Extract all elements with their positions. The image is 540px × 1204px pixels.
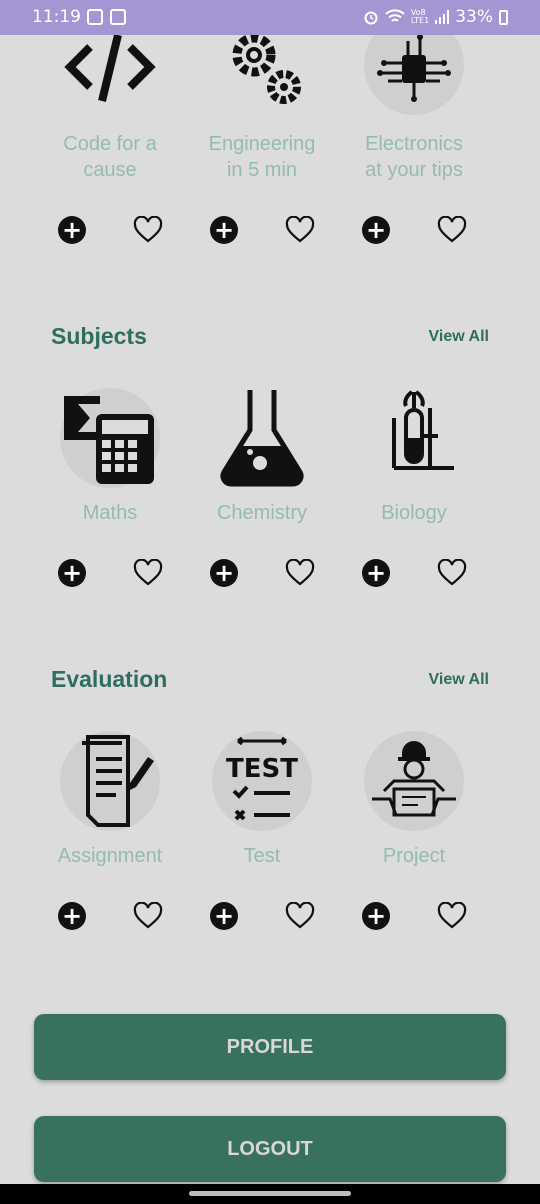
- status-bar: 11:19 Vo8 LTE1 33%: [0, 0, 540, 35]
- card-label: Test: [243, 845, 281, 867]
- card-label: Maths: [82, 502, 138, 524]
- heart-icon[interactable]: [437, 559, 467, 587]
- heart-icon[interactable]: [133, 559, 163, 587]
- card-label: Assignment: [57, 845, 163, 867]
- heart-icon[interactable]: [285, 902, 315, 930]
- code-icon: [60, 35, 160, 115]
- wifi-icon: [385, 9, 405, 22]
- heart-icon[interactable]: [133, 902, 163, 930]
- battery-percent: 33%: [455, 7, 493, 27]
- add-button[interactable]: +: [362, 216, 390, 244]
- heart-icon[interactable]: [437, 902, 467, 930]
- content-scroll[interactable]: Code for a cause Engineering in 5 min El…: [0, 35, 540, 1184]
- section-title-subjects: Subjects: [51, 323, 147, 349]
- section-title-evaluation: Evaluation: [51, 666, 168, 692]
- engineer-blueprint-icon: [364, 731, 464, 831]
- card-label: Chemistry: [216, 502, 307, 524]
- add-button[interactable]: +: [58, 559, 86, 587]
- heart-icon[interactable]: [285, 559, 315, 587]
- gallery-notification-icon: [87, 9, 103, 25]
- app-notification-icon: [110, 9, 126, 25]
- chip-icon: [364, 35, 464, 115]
- test-checklist-icon: TEST: [212, 731, 312, 831]
- document-pen-icon: [60, 731, 160, 831]
- gears-icon: [212, 35, 312, 115]
- logout-button[interactable]: LOGOUT: [34, 1116, 506, 1182]
- profile-button[interactable]: PROFILE: [34, 1014, 506, 1080]
- add-button[interactable]: +: [210, 559, 238, 587]
- network-label: Vo8 LTE1: [410, 8, 430, 25]
- card-label: Project: [382, 845, 446, 867]
- signal-icon: [435, 10, 450, 24]
- add-button[interactable]: +: [58, 216, 86, 244]
- flask-icon: [212, 388, 312, 488]
- home-gesture-handle[interactable]: [189, 1191, 351, 1196]
- add-button[interactable]: +: [362, 559, 390, 587]
- heart-icon[interactable]: [133, 216, 163, 244]
- add-button[interactable]: +: [210, 216, 238, 244]
- heart-icon[interactable]: [437, 216, 467, 244]
- add-button[interactable]: +: [58, 902, 86, 930]
- card-label: Electronics at your tips: [365, 133, 463, 181]
- view-all-subjects-link[interactable]: View All: [429, 328, 489, 346]
- card-label: Biology: [381, 502, 447, 524]
- view-all-evaluation-link[interactable]: View All: [429, 671, 489, 689]
- alarm-icon: [364, 11, 378, 25]
- status-time: 11:19: [32, 7, 81, 27]
- calculator-icon: [60, 388, 160, 488]
- navigation-bar: [0, 1184, 540, 1204]
- card-label: Code for a cause: [63, 133, 157, 181]
- battery-icon: [499, 9, 508, 25]
- test-tube-plant-icon: [364, 388, 464, 488]
- add-button[interactable]: +: [210, 902, 238, 930]
- add-button[interactable]: +: [362, 902, 390, 930]
- heart-icon[interactable]: [285, 216, 315, 244]
- card-label: Engineering in 5 min: [208, 133, 316, 181]
- svg-text:TEST: TEST: [226, 754, 298, 784]
